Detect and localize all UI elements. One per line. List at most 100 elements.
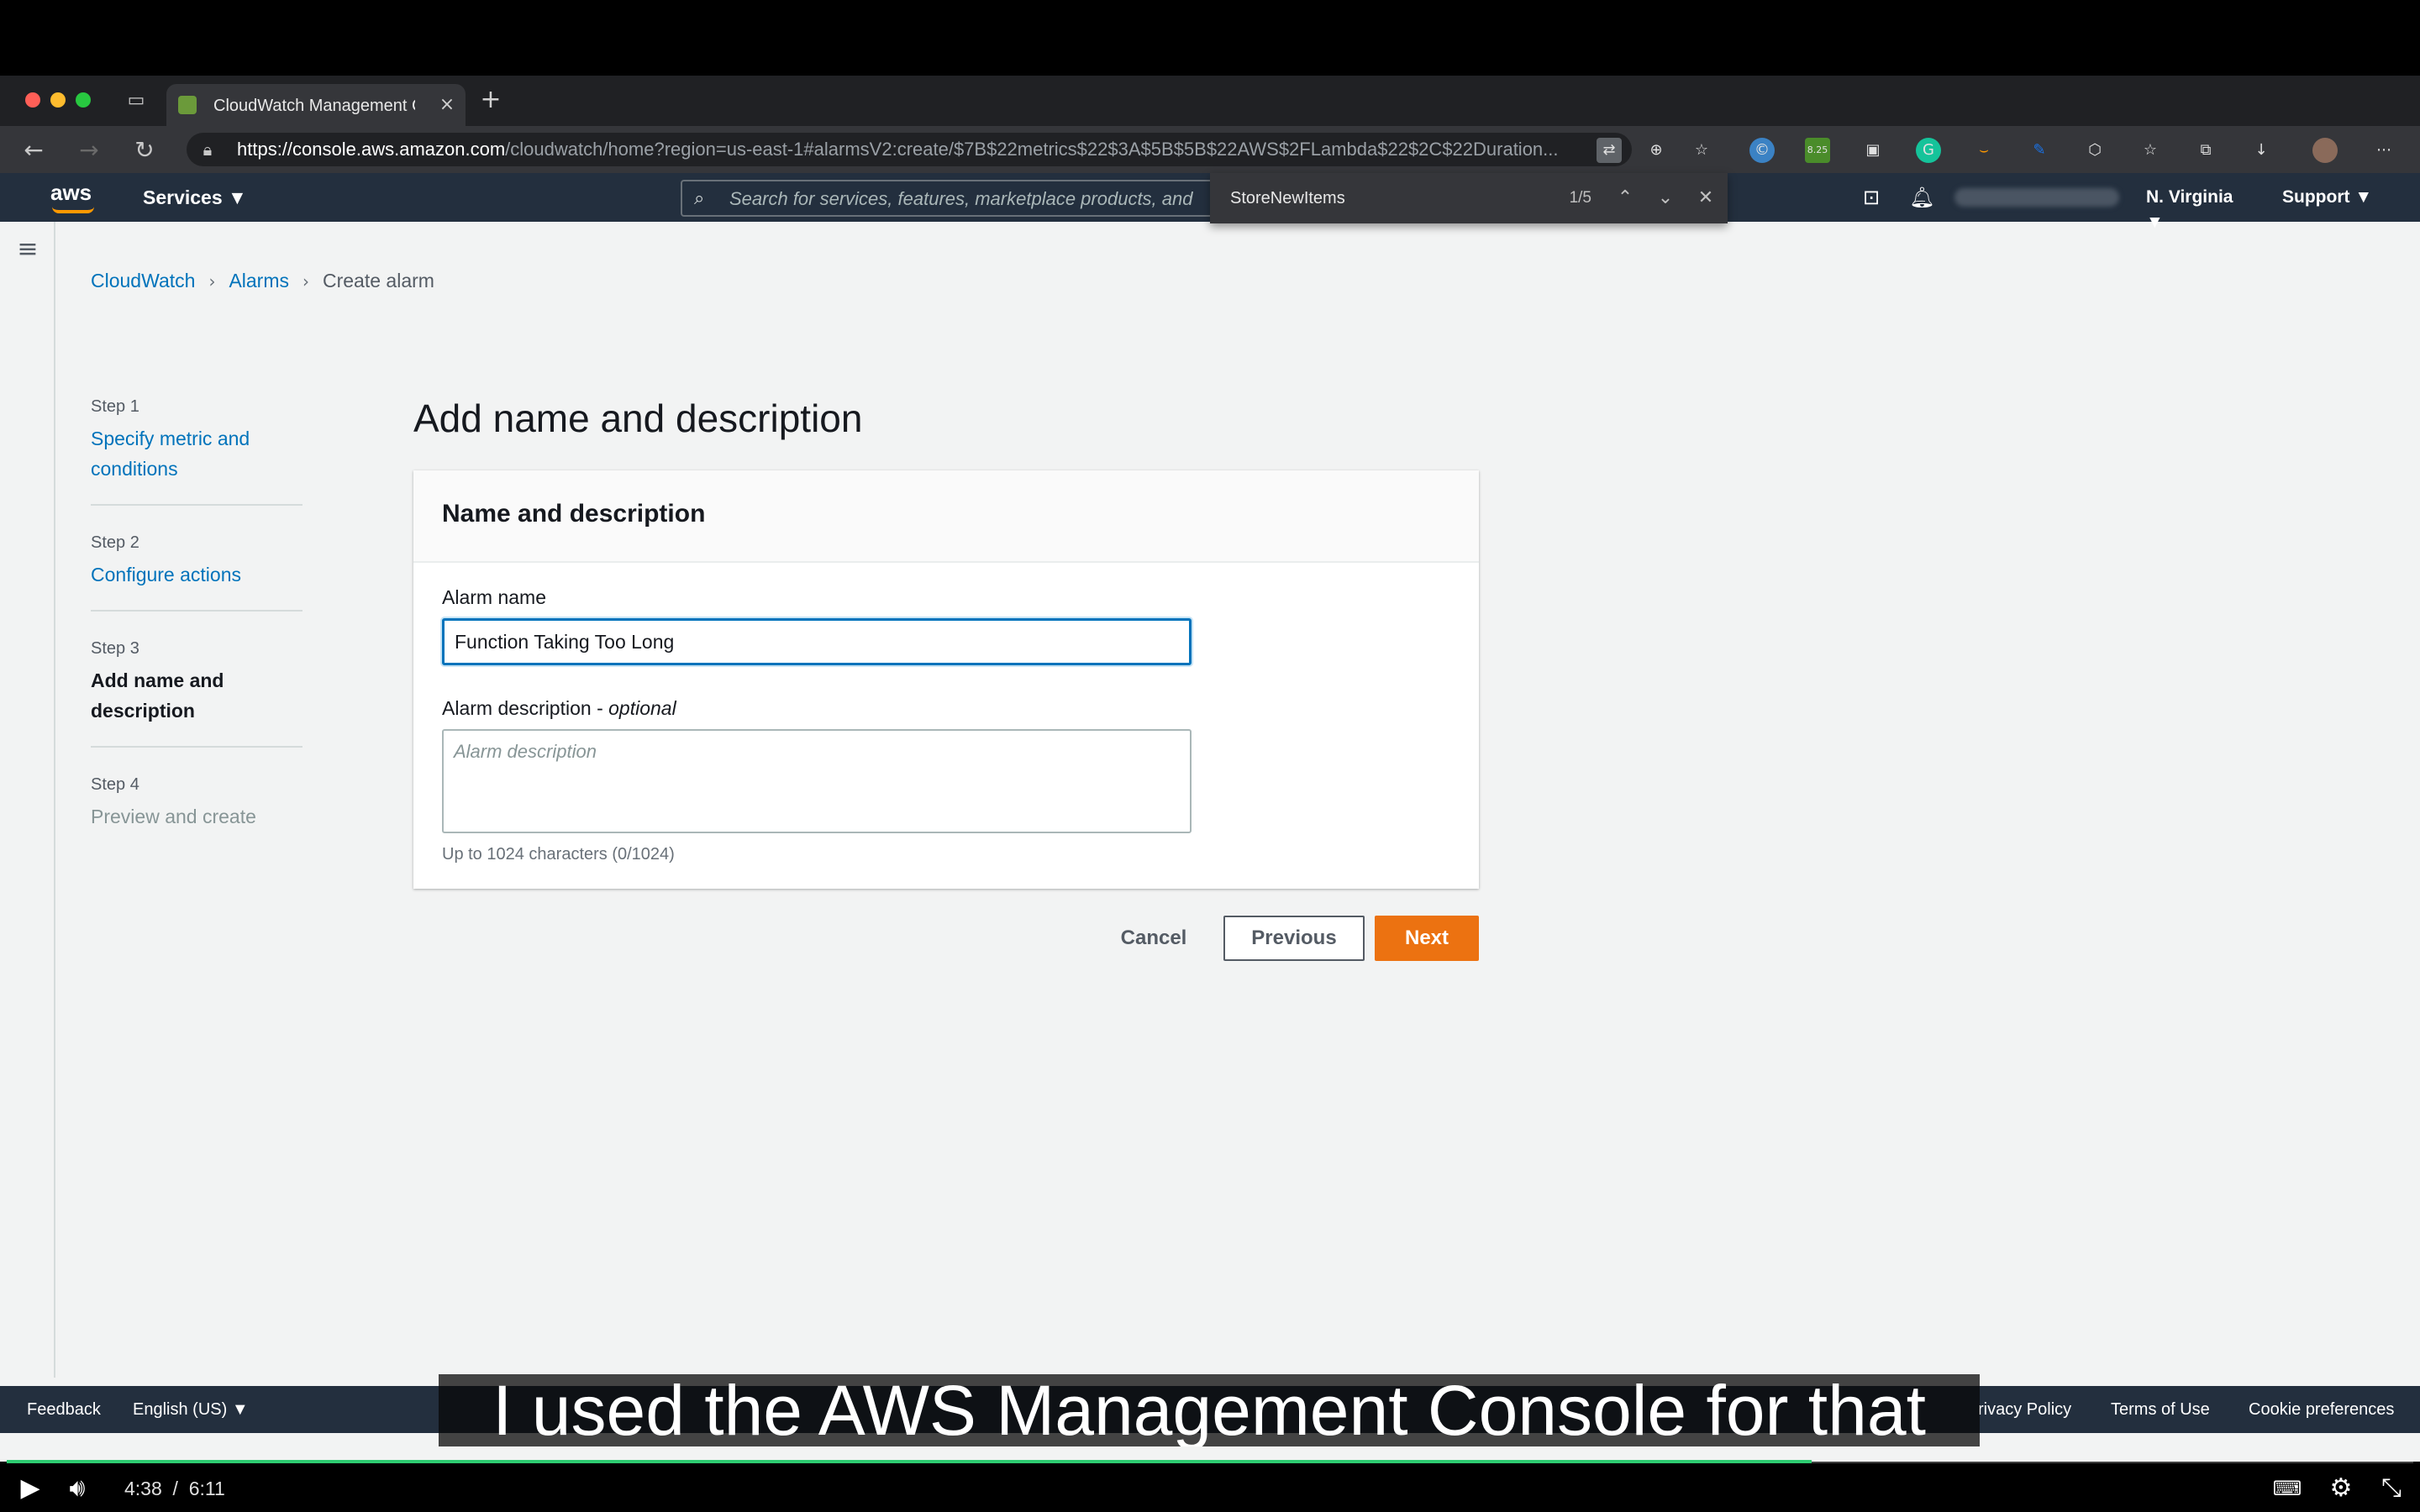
back-icon[interactable]: ←: [20, 138, 47, 163]
wizard-step-2: Step 2 Configure actions: [91, 531, 302, 612]
forward-icon[interactable]: →: [76, 138, 103, 163]
extension-badge-icon[interactable]: 8.25: [1805, 138, 1830, 163]
next-button[interactable]: Next: [1375, 916, 1479, 961]
find-count: 1/5: [1569, 189, 1591, 207]
previous-button[interactable]: Previous: [1223, 916, 1365, 961]
new-tab-button[interactable]: +: [479, 87, 502, 113]
services-menu[interactable]: Services ▼: [143, 185, 252, 210]
step-current-add-name: Add name and description: [91, 669, 224, 722]
video-player-controls: ▶ 🔊︎ 4:38 / 6:11 ⌨ ⚙ ⤡: [0, 1463, 2420, 1512]
extension-box-icon[interactable]: ▣: [1860, 138, 1886, 163]
lock-icon: 🔒︎: [203, 139, 213, 160]
profile-avatar[interactable]: [2312, 138, 2338, 163]
tab-actions-icon[interactable]: ▭: [126, 91, 146, 111]
name-and-description-panel: Name and description Alarm name Alarm de…: [413, 470, 1479, 889]
current-time: 4:38: [124, 1478, 162, 1499]
extensions-icon[interactable]: ⬡: [2082, 138, 2107, 163]
amazon-icon[interactable]: ⌣: [1971, 138, 1996, 163]
browser-window: ▭ CloudWatch Management Con × + ← → ↻ 🔒︎…: [0, 76, 2420, 1462]
captions-icon[interactable]: ⌨: [2272, 1473, 2302, 1504]
alarm-description-label: Alarm description - optional: [442, 696, 1114, 721]
grammarly-icon[interactable]: G: [1916, 138, 1941, 163]
zoom-icon[interactable]: ⊕: [1644, 138, 1669, 163]
duration: 6:11: [188, 1478, 225, 1499]
step-link-specify-metric[interactable]: Specify metric and conditions: [91, 423, 302, 484]
find-next-icon[interactable]: ⌄: [1654, 186, 1677, 210]
extension-c-icon[interactable]: ©: [1749, 138, 1775, 163]
tab-title: CloudWatch Management Con: [213, 97, 415, 115]
step-number: Step 1: [91, 397, 139, 416]
favorite-add-icon[interactable]: ☆: [1689, 138, 1714, 163]
support-menu[interactable]: Support ▼: [2282, 185, 2383, 210]
url-text[interactable]: https://console.aws.amazon.com/cloudwatc…: [237, 139, 1581, 160]
find-close-icon[interactable]: ✕: [1694, 186, 1718, 210]
side-navigation-collapsed: ≡: [0, 222, 55, 1378]
step-link-configure-actions[interactable]: Configure actions: [91, 559, 302, 590]
alarm-name-label: Alarm name: [442, 586, 546, 608]
exit-fullscreen-icon[interactable]: ⤡: [2376, 1473, 2407, 1504]
find-query-input[interactable]: StoreNewItems: [1230, 188, 1482, 208]
feedback-link[interactable]: Feedback: [27, 1398, 101, 1421]
wizard-step-1: Step 1 Specify metric and conditions: [91, 395, 302, 506]
privacy-policy-link[interactable]: rivacy Policy: [1978, 1398, 2071, 1421]
optional-tag: optional: [608, 697, 676, 719]
extension-pen-icon[interactable]: ✎: [2027, 138, 2052, 163]
address-bar[interactable]: 🔒︎ https://console.aws.amazon.com/cloudw…: [187, 133, 1632, 166]
breadcrumb: CloudWatch › Alarms › Create alarm: [91, 267, 763, 294]
terms-of-use-link[interactable]: Terms of Use: [2111, 1398, 2210, 1421]
alarm-name-input[interactable]: [442, 618, 1192, 665]
reload-icon[interactable]: ↻: [131, 138, 158, 163]
tab-bar: ▭ CloudWatch Management Con × +: [0, 76, 2420, 126]
more-menu-icon[interactable]: ⋯: [2371, 138, 2396, 163]
favorites-icon[interactable]: ☆: [2138, 138, 2163, 163]
close-tab-icon[interactable]: ×: [437, 94, 457, 116]
panel-header: Name and description: [413, 470, 1479, 563]
browser-toolbar: ← → ↻ 🔒︎ https://console.aws.amazon.com/…: [0, 126, 2420, 173]
collections-icon[interactable]: ⧉: [2193, 138, 2218, 163]
downloads-icon[interactable]: ↓: [2249, 138, 2274, 163]
cloudwatch-favicon-icon: [178, 96, 197, 114]
page-title: Add name and description: [413, 396, 863, 440]
step-number: Step 4: [91, 775, 139, 794]
alarm-description-label-text: Alarm description -: [442, 697, 609, 719]
find-previous-icon[interactable]: ⌃: [1613, 186, 1637, 210]
settings-gear-icon[interactable]: ⚙: [2326, 1473, 2356, 1504]
step-number: Step 2: [91, 533, 139, 552]
wizard-step-4: Step 4 Preview and create: [91, 773, 302, 852]
find-in-page-bar: StoreNewItems 1/5 ⌃ ⌄ ✕: [1210, 173, 1728, 223]
minimize-window-button[interactable]: [50, 92, 66, 108]
url-path: /cloudwatch/home?region=us-east-1#alarms…: [505, 139, 1559, 160]
translate-icon[interactable]: ⇄: [1597, 138, 1622, 163]
wizard-steps: Step 1 Specify metric and conditions Ste…: [91, 395, 309, 877]
region-selector[interactable]: N. Virginia ▼: [2146, 185, 2255, 232]
breadcrumb-alarms[interactable]: Alarms: [229, 270, 289, 291]
aws-search-input[interactable]: ⌕ Search for services, features, marketp…: [681, 180, 1218, 217]
url-host: https://console.aws.amazon.com: [237, 139, 506, 160]
account-menu[interactable]: [1954, 188, 2119, 207]
time-separator: /: [172, 1478, 178, 1499]
cancel-button[interactable]: Cancel: [1106, 916, 1202, 961]
aws-logo-smile-icon: [52, 207, 94, 213]
play-icon[interactable]: ▶: [15, 1473, 45, 1504]
character-count-hint: Up to 1024 characters (0/1024): [442, 845, 675, 864]
breadcrumb-cloudwatch[interactable]: CloudWatch: [91, 270, 195, 291]
menu-hamburger-icon[interactable]: ≡: [15, 237, 40, 262]
cookie-preferences-link[interactable]: Cookie preferences: [2249, 1398, 2394, 1421]
step-number: Step 3: [91, 639, 139, 658]
video-time: 4:38 / 6:11: [124, 1475, 292, 1502]
tab-cloudwatch[interactable]: CloudWatch Management Con ×: [166, 84, 466, 126]
language-selector[interactable]: English (US) ▼: [133, 1398, 249, 1421]
volume-icon[interactable]: 🔊︎: [62, 1473, 92, 1504]
search-icon: ⌕: [694, 188, 705, 209]
chevron-right-icon: ›: [208, 271, 216, 291]
panel-title: Name and description: [442, 500, 706, 528]
video-caption: I used the AWS Management Console for th…: [439, 1374, 1980, 1446]
cloudshell-icon[interactable]: ⊡: [1859, 185, 1884, 210]
maximize-window-button[interactable]: [76, 92, 91, 108]
alarm-description-textarea[interactable]: [442, 729, 1192, 833]
aws-header: aws Services ▼ ⌕ Search for services, fe…: [0, 173, 2420, 232]
video-frame: ▭ CloudWatch Management Con × + ← → ↻ 🔒︎…: [0, 0, 2420, 1512]
close-window-button[interactable]: [25, 92, 40, 108]
search-placeholder: Search for services, features, marketpla…: [729, 188, 1193, 209]
notifications-bell-icon[interactable]: 🔔︎: [1909, 185, 1934, 210]
